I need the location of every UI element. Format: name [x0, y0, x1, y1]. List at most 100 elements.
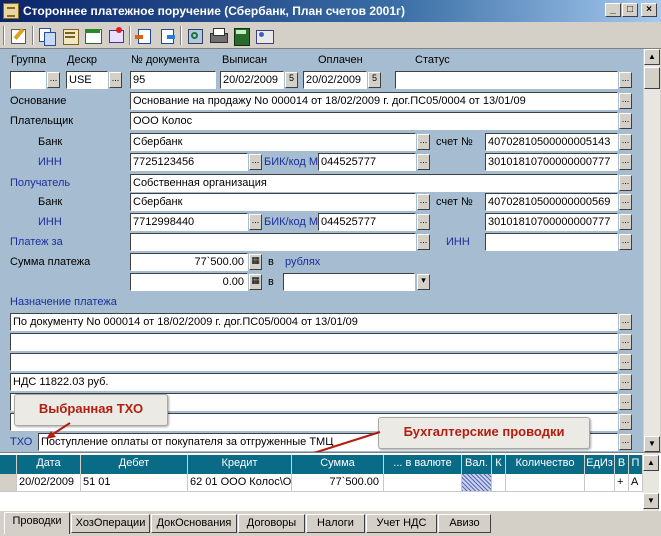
close-button[interactable]: ×: [641, 3, 657, 17]
tab-entries[interactable]: Проводки: [4, 512, 70, 534]
table-icon[interactable]: [83, 26, 103, 45]
col-header-v[interactable]: В: [615, 455, 629, 474]
form-vertical-scrollbar[interactable]: ▲ ▼: [643, 49, 660, 452]
tab-business-operations[interactable]: ХозОперации: [71, 514, 150, 533]
cell-credit[interactable]: 62 01 ООО Колос\Ос: [188, 474, 292, 492]
paid-date-field[interactable]: 20/02/2009: [303, 71, 367, 89]
purpose-line-6-button[interactable]: ...: [619, 394, 632, 410]
grid-scroll-down-button[interactable]: ▼: [643, 493, 659, 509]
col-header-date[interactable]: Дата: [17, 455, 81, 474]
tab-vat-accounting[interactable]: Учет НДС: [366, 514, 437, 533]
pay-for-lookup-button[interactable]: ...: [417, 234, 430, 250]
col-header-sum[interactable]: Сумма: [292, 455, 384, 474]
cell-currency-sum[interactable]: [384, 474, 462, 492]
amount-field[interactable]: 77`500.00: [130, 253, 248, 271]
scroll-down-button[interactable]: ▼: [644, 436, 660, 452]
purpose-line-1[interactable]: По документу No 000014 от 18/02/2009 г. …: [10, 313, 618, 331]
cell-k[interactable]: [492, 474, 506, 492]
col-header-debit[interactable]: Дебет: [81, 455, 188, 474]
payee-field[interactable]: Собственная организация: [130, 174, 618, 192]
payee-account-field[interactable]: 40702810500000000569: [485, 193, 618, 211]
payer-inn-field[interactable]: 7725123456: [130, 153, 248, 171]
tab-contracts[interactable]: Договоры: [238, 514, 305, 533]
cell-v[interactable]: +: [615, 474, 629, 492]
payee-bik-lookup-button[interactable]: ...: [417, 214, 430, 230]
payer-lookup-button[interactable]: ...: [619, 113, 632, 129]
payee-corr-account-field[interactable]: 30101810700000000777: [485, 213, 618, 231]
purpose-line-3-button[interactable]: ...: [619, 354, 632, 370]
purpose-line-3[interactable]: [10, 353, 618, 371]
row-indicator[interactable]: [0, 474, 17, 492]
cell-date[interactable]: 20/02/2009: [17, 474, 81, 492]
scroll-up-button[interactable]: ▲: [644, 49, 660, 65]
group-field[interactable]: [10, 71, 46, 89]
currency-dropdown-button[interactable]: ▾: [417, 274, 430, 290]
refresh-icon[interactable]: [185, 26, 205, 45]
print-icon[interactable]: [208, 26, 228, 45]
status-lookup-button[interactable]: ...: [619, 72, 632, 88]
payee-bank-field[interactable]: Сбербанк: [130, 193, 416, 211]
paid-calendar-button[interactable]: 5: [368, 72, 381, 88]
cell-currency[interactable]: [462, 474, 492, 492]
cell-debit[interactable]: 51 01: [81, 474, 188, 492]
payer-bik-field[interactable]: 044525777: [318, 153, 416, 171]
next-record-icon[interactable]: [157, 26, 177, 45]
tab-taxes[interactable]: Налоги: [306, 514, 365, 533]
maximize-button[interactable]: □: [622, 3, 638, 17]
currency-amount-field[interactable]: 0.00: [130, 273, 248, 291]
prev-record-icon[interactable]: [134, 26, 154, 45]
txo-lookup-button[interactable]: ...: [619, 434, 632, 450]
col-header-quantity[interactable]: Количество: [506, 455, 585, 474]
payee-lookup-button[interactable]: ...: [619, 175, 632, 191]
payee-inn-lookup-button[interactable]: ...: [249, 214, 262, 230]
col-header-currency-sum[interactable]: ... в валюте: [384, 455, 462, 474]
col-header-k[interactable]: К: [492, 455, 506, 474]
payee-corr-lookup-button[interactable]: ...: [619, 214, 632, 230]
list-icon[interactable]: [60, 26, 80, 45]
scroll-thumb[interactable]: [644, 67, 660, 89]
payer-corr-account-field[interactable]: 30101810700000000777: [485, 153, 618, 171]
descr-field[interactable]: USE: [66, 71, 108, 89]
purpose-line-2-button[interactable]: ...: [619, 334, 632, 350]
purpose-line-7-button[interactable]: ...: [619, 414, 632, 430]
col-header-credit[interactable]: Кредит: [188, 455, 292, 474]
pay-for-inn-field[interactable]: [485, 233, 618, 251]
group-lookup-button[interactable]: ...: [47, 72, 60, 88]
currency-amount-calculator-button[interactable]: ▦: [249, 274, 262, 290]
payer-corr-lookup-button[interactable]: ...: [619, 154, 632, 170]
purpose-line-2[interactable]: [10, 333, 618, 351]
payer-bank-field[interactable]: Сбербанк: [130, 133, 416, 151]
amount-calculator-button[interactable]: ▦: [249, 254, 262, 270]
user-card-icon[interactable]: [254, 26, 274, 45]
purpose-line-1-button[interactable]: ...: [619, 314, 632, 330]
tab-advice[interactable]: Авизо: [438, 514, 491, 533]
payee-account-lookup-button[interactable]: ...: [619, 194, 632, 210]
basis-field[interactable]: Основание на продажу No 000014 от 18/02/…: [130, 92, 618, 110]
payee-bank-lookup-button[interactable]: ...: [417, 194, 430, 210]
pay-for-inn-lookup-button[interactable]: ...: [619, 234, 632, 250]
cell-p[interactable]: А: [629, 474, 643, 492]
payee-inn-field[interactable]: 7712998440: [130, 213, 248, 231]
grid-vertical-scrollbar[interactable]: ▲ ▼: [643, 453, 659, 512]
grid-scroll-up-button[interactable]: ▲: [643, 455, 659, 471]
cell-sum[interactable]: 77`500.00: [292, 474, 384, 492]
post-document-icon[interactable]: [106, 26, 126, 45]
col-header-p[interactable]: П: [629, 455, 643, 474]
payer-bik-lookup-button[interactable]: ...: [417, 154, 430, 170]
purpose-line-5[interactable]: НДС 11822.03 руб.: [10, 373, 618, 391]
cell-unit[interactable]: [585, 474, 615, 492]
calculator-icon[interactable]: [231, 26, 251, 46]
edit-icon[interactable]: [9, 26, 29, 45]
docnum-field[interactable]: 95: [130, 71, 216, 89]
col-header-currency[interactable]: Вал.: [462, 455, 492, 474]
minimize-button[interactable]: _: [605, 3, 621, 17]
pay-for-field[interactable]: [130, 233, 416, 251]
copy-document-icon[interactable]: [37, 26, 57, 46]
currency-select[interactable]: [283, 273, 415, 291]
payer-bank-lookup-button[interactable]: ...: [417, 134, 430, 150]
basis-lookup-button[interactable]: ...: [619, 93, 632, 109]
issued-date-field[interactable]: 20/02/2009: [220, 71, 284, 89]
issued-calendar-button[interactable]: 5: [285, 72, 298, 88]
col-header-unit[interactable]: ЕдИз: [585, 455, 615, 474]
payer-account-lookup-button[interactable]: ...: [619, 134, 632, 150]
